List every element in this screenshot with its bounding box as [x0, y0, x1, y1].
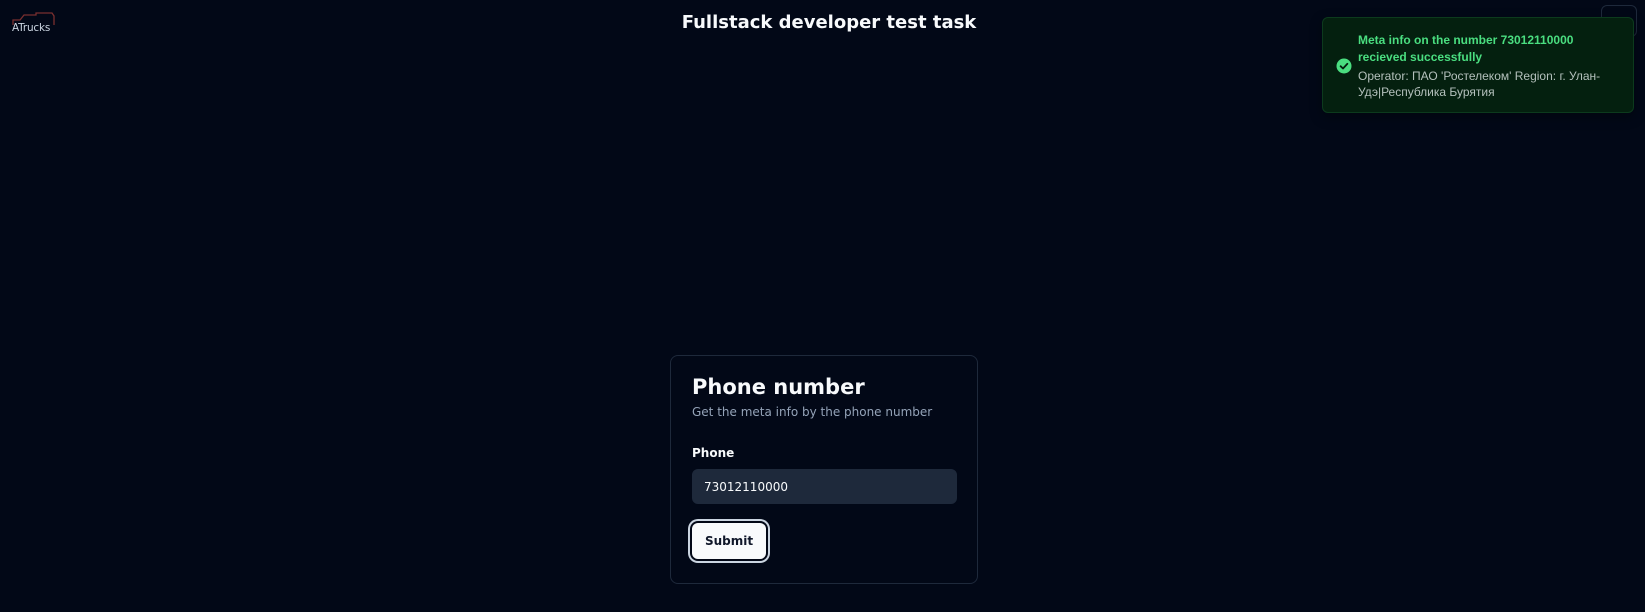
phone-number-card: Phone number Get the meta info by the ph… — [670, 355, 978, 584]
toast-description: Operator: ПАО 'Ростелеком' Region: г. Ул… — [1358, 69, 1601, 99]
toast-title: Meta info on the number 73012110000 reci… — [1358, 33, 1574, 64]
phone-label: Phone — [692, 446, 735, 460]
submit-button[interactable]: Submit — [692, 523, 767, 559]
card-description: Get the meta info by the phone number — [692, 405, 933, 419]
success-toast: Meta info on the number 73012110000 reci… — [1322, 17, 1634, 113]
card-title: Phone number — [692, 375, 865, 399]
check-circle-icon — [1336, 58, 1352, 74]
phone-input[interactable] — [692, 469, 957, 504]
app-page: ATrucks Fullstack developer test task Me… — [0, 0, 1645, 612]
